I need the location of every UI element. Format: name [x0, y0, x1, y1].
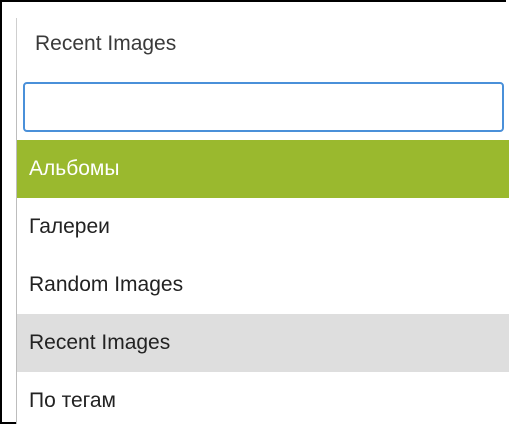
option-by-tags[interactable]: По тегам: [17, 372, 509, 430]
dropdown-panel: Альбомы Галереи Random Images Recent Ima…: [16, 70, 509, 424]
search-input[interactable]: [23, 82, 504, 132]
option-random-images[interactable]: Random Images: [17, 256, 509, 314]
option-label: По тегам: [29, 389, 116, 412]
option-label: Recent Images: [29, 331, 171, 354]
select-current-value[interactable]: Recent Images: [16, 18, 506, 70]
dropdown-search: [23, 82, 504, 132]
option-label: Галереи: [29, 215, 110, 238]
option-label: Random Images: [29, 273, 184, 296]
option-galleries[interactable]: Галереи: [17, 198, 509, 256]
option-recent-images[interactable]: Recent Images: [17, 314, 509, 372]
option-label: Альбомы: [29, 157, 120, 180]
select-current-label: Recent Images: [35, 32, 177, 55]
option-albums[interactable]: Альбомы: [17, 140, 509, 198]
option-list: Альбомы Галереи Random Images Recent Ima…: [17, 140, 509, 430]
